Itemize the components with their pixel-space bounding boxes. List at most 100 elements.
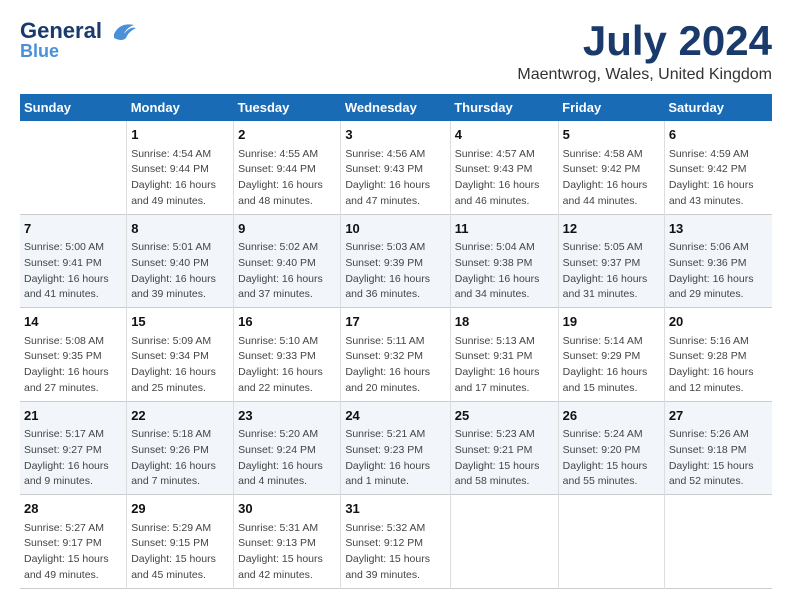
cell-info-line: Sunrise: 5:14 AM	[563, 334, 660, 350]
calendar-cell: 24Sunrise: 5:21 AMSunset: 9:23 PMDayligh…	[341, 401, 450, 495]
calendar-cell: 30Sunrise: 5:31 AMSunset: 9:13 PMDayligh…	[234, 495, 341, 589]
cell-info-line: Sunset: 9:13 PM	[238, 536, 336, 552]
calendar-cell: 12Sunrise: 5:05 AMSunset: 9:37 PMDayligh…	[558, 214, 664, 308]
cell-info-line: Sunrise: 5:16 AM	[669, 334, 768, 350]
day-number: 26	[563, 406, 660, 426]
cell-info-line: and 47 minutes.	[345, 194, 445, 210]
day-header-sunday: Sunday	[20, 94, 127, 121]
cell-info-line: Daylight: 16 hours	[563, 178, 660, 194]
cell-info-line: Sunrise: 5:00 AM	[24, 240, 122, 256]
calendar-cell	[664, 495, 772, 589]
day-header-tuesday: Tuesday	[234, 94, 341, 121]
cell-info-line: Daylight: 16 hours	[455, 365, 554, 381]
day-number: 19	[563, 312, 660, 332]
cell-info-line: and 49 minutes.	[131, 194, 229, 210]
cell-info-line: Sunrise: 5:03 AM	[345, 240, 445, 256]
cell-info-line: and 27 minutes.	[24, 381, 122, 397]
cell-info-line: Sunrise: 5:08 AM	[24, 334, 122, 350]
cell-info-line: and 9 minutes.	[24, 474, 122, 490]
cell-info-line: and 44 minutes.	[563, 194, 660, 210]
month-title: July 2024	[517, 20, 772, 62]
cell-info-line: Sunrise: 4:54 AM	[131, 147, 229, 163]
cell-info-line: Sunset: 9:38 PM	[455, 256, 554, 272]
calendar-cell: 17Sunrise: 5:11 AMSunset: 9:32 PMDayligh…	[341, 308, 450, 402]
cell-info-line: Sunrise: 4:59 AM	[669, 147, 768, 163]
calendar-cell: 5Sunrise: 4:58 AMSunset: 9:42 PMDaylight…	[558, 121, 664, 214]
cell-info-line: and 39 minutes.	[345, 568, 445, 584]
day-number: 11	[455, 219, 554, 239]
cell-info-line: Daylight: 16 hours	[24, 272, 122, 288]
cell-info-line: Daylight: 16 hours	[455, 178, 554, 194]
cell-info-line: Daylight: 15 hours	[669, 459, 768, 475]
cell-info-line: Sunrise: 5:11 AM	[345, 334, 445, 350]
cell-info-line: Sunset: 9:20 PM	[563, 443, 660, 459]
cell-info-line: and 1 minute.	[345, 474, 445, 490]
cell-info-line: Sunset: 9:42 PM	[669, 162, 768, 178]
calendar-cell: 19Sunrise: 5:14 AMSunset: 9:29 PMDayligh…	[558, 308, 664, 402]
cell-info-line: Sunrise: 5:02 AM	[238, 240, 336, 256]
cell-info-line: Sunset: 9:32 PM	[345, 349, 445, 365]
day-header-thursday: Thursday	[450, 94, 558, 121]
week-row-5: 28Sunrise: 5:27 AMSunset: 9:17 PMDayligh…	[20, 495, 772, 589]
cell-info-line: Daylight: 16 hours	[131, 178, 229, 194]
cell-info-line: Daylight: 16 hours	[238, 365, 336, 381]
cell-info-line: Sunrise: 5:21 AM	[345, 427, 445, 443]
cell-info-line: Daylight: 16 hours	[455, 272, 554, 288]
calendar-cell	[20, 121, 127, 214]
cell-info-line: Sunset: 9:34 PM	[131, 349, 229, 365]
cell-info-line: Sunrise: 5:05 AM	[563, 240, 660, 256]
cell-info-line: Daylight: 15 hours	[345, 552, 445, 568]
day-number: 15	[131, 312, 229, 332]
day-header-monday: Monday	[127, 94, 234, 121]
cell-info-line: and 37 minutes.	[238, 287, 336, 303]
cell-info-line: and 29 minutes.	[669, 287, 768, 303]
cell-info-line: Daylight: 16 hours	[669, 178, 768, 194]
cell-info-line: and 43 minutes.	[669, 194, 768, 210]
day-number: 23	[238, 406, 336, 426]
cell-info-line: Sunrise: 5:26 AM	[669, 427, 768, 443]
calendar-cell: 7Sunrise: 5:00 AMSunset: 9:41 PMDaylight…	[20, 214, 127, 308]
day-number: 24	[345, 406, 445, 426]
day-number: 20	[669, 312, 768, 332]
cell-info-line: Sunrise: 5:31 AM	[238, 521, 336, 537]
title-block: July 2024 Maentwrog, Wales, United Kingd…	[517, 20, 772, 84]
cell-info-line: and 22 minutes.	[238, 381, 336, 397]
cell-info-line: Sunset: 9:40 PM	[131, 256, 229, 272]
cell-info-line: Daylight: 15 hours	[24, 552, 122, 568]
cell-info-line: Sunset: 9:35 PM	[24, 349, 122, 365]
cell-info-line: Sunrise: 5:18 AM	[131, 427, 229, 443]
cell-info-line: and 46 minutes.	[455, 194, 554, 210]
cell-info-line: Sunrise: 5:29 AM	[131, 521, 229, 537]
cell-info-line: Sunrise: 5:32 AM	[345, 521, 445, 537]
week-row-3: 14Sunrise: 5:08 AMSunset: 9:35 PMDayligh…	[20, 308, 772, 402]
cell-info-line: Sunset: 9:24 PM	[238, 443, 336, 459]
day-number: 28	[24, 499, 122, 519]
cell-info-line: and 45 minutes.	[131, 568, 229, 584]
cell-info-line: Sunrise: 5:23 AM	[455, 427, 554, 443]
page-header: General Blue July 2024 Maentwrog, Wales,…	[20, 20, 772, 84]
calendar-cell: 27Sunrise: 5:26 AMSunset: 9:18 PMDayligh…	[664, 401, 772, 495]
calendar-cell: 15Sunrise: 5:09 AMSunset: 9:34 PMDayligh…	[127, 308, 234, 402]
cell-info-line: and 12 minutes.	[669, 381, 768, 397]
day-number: 25	[455, 406, 554, 426]
week-row-4: 21Sunrise: 5:17 AMSunset: 9:27 PMDayligh…	[20, 401, 772, 495]
day-number: 29	[131, 499, 229, 519]
calendar-cell: 9Sunrise: 5:02 AMSunset: 9:40 PMDaylight…	[234, 214, 341, 308]
cell-info-line: Sunset: 9:23 PM	[345, 443, 445, 459]
calendar-cell: 18Sunrise: 5:13 AMSunset: 9:31 PMDayligh…	[450, 308, 558, 402]
calendar-cell	[450, 495, 558, 589]
day-number: 30	[238, 499, 336, 519]
day-number: 12	[563, 219, 660, 239]
calendar-cell: 21Sunrise: 5:17 AMSunset: 9:27 PMDayligh…	[20, 401, 127, 495]
week-row-2: 7Sunrise: 5:00 AMSunset: 9:41 PMDaylight…	[20, 214, 772, 308]
cell-info-line: Sunrise: 5:06 AM	[669, 240, 768, 256]
cell-info-line: Sunset: 9:37 PM	[563, 256, 660, 272]
cell-info-line: Sunset: 9:44 PM	[131, 162, 229, 178]
cell-info-line: Sunrise: 5:24 AM	[563, 427, 660, 443]
cell-info-line: Sunset: 9:36 PM	[669, 256, 768, 272]
day-number: 27	[669, 406, 768, 426]
cell-info-line: Daylight: 16 hours	[131, 365, 229, 381]
cell-info-line: Sunset: 9:21 PM	[455, 443, 554, 459]
logo-text: General	[20, 20, 102, 42]
location: Maentwrog, Wales, United Kingdom	[517, 66, 772, 84]
